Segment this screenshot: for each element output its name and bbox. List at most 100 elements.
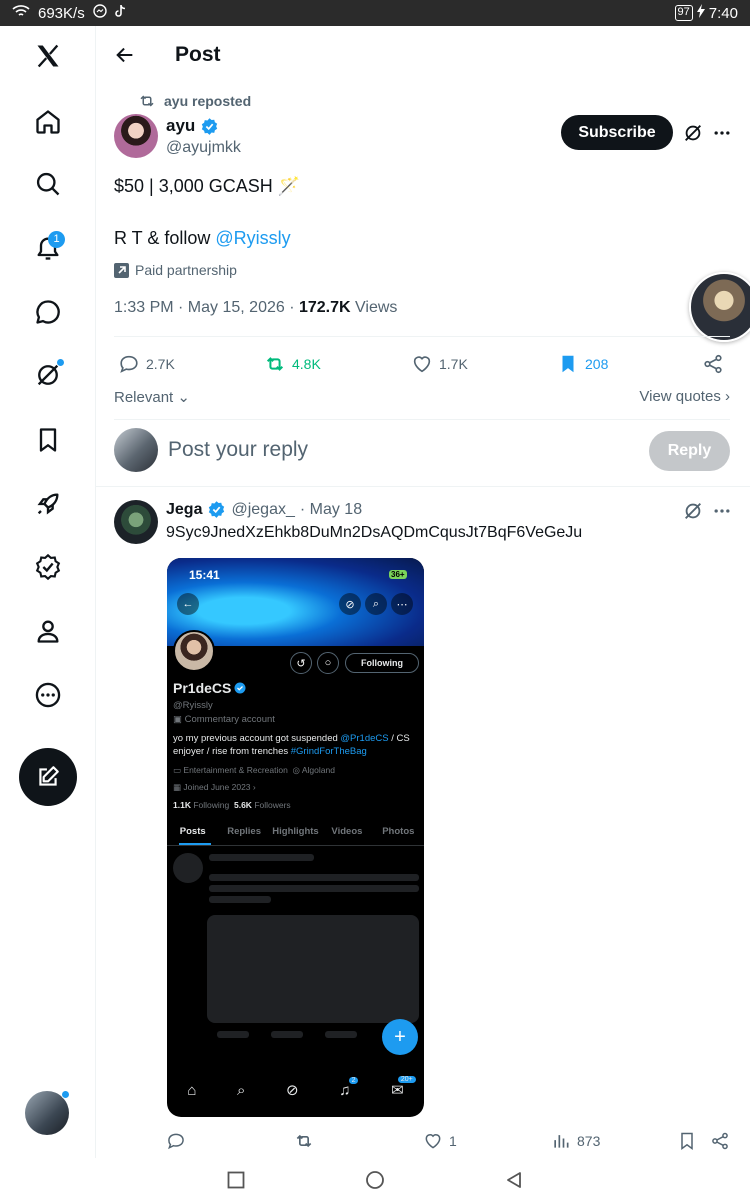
embed-tab-replies: Replies: [227, 826, 261, 837]
repost-count: 4.8K: [292, 356, 321, 372]
embed-joined: Joined June 2023: [183, 782, 251, 792]
embed-category: Entertainment & Recreation: [183, 765, 288, 775]
embed-bell-icon: ♫ 2: [339, 1076, 359, 1099]
reply-repost-action[interactable]: [294, 1128, 314, 1154]
more-horizontal-icon[interactable]: [712, 501, 732, 521]
account-dot: [61, 1090, 70, 1099]
embed-followers-count: 5.6K: [233, 800, 252, 810]
rocket-icon[interactable]: [27, 483, 69, 525]
notifications-icon[interactable]: 1: [27, 227, 69, 269]
verified-orgs-icon[interactable]: [27, 546, 69, 588]
back-button[interactable]: [96, 26, 154, 84]
page-title: Post: [175, 43, 221, 66]
reply-button[interactable]: Reply: [649, 431, 730, 471]
author-info[interactable]: ayu @ayujmkk: [166, 116, 241, 157]
reply-sort-row: Relevant ⌄ View quotes ›: [114, 388, 730, 406]
embed-msg-badge: 20+: [397, 1076, 416, 1083]
reply-views-count: 873: [577, 1133, 601, 1149]
bookmarks-icon[interactable]: [27, 419, 69, 461]
reply-views-action[interactable]: 873: [551, 1128, 600, 1154]
embed-commentary-text: Commentary account: [184, 714, 275, 725]
arrow-up-right-icon: [114, 262, 129, 278]
embed-back-icon: ←: [177, 593, 199, 615]
reply-share-action[interactable]: [710, 1128, 730, 1154]
grok-icon[interactable]: [27, 354, 69, 396]
battery-indicator: 97: [674, 5, 693, 21]
like-action[interactable]: 1.7K: [411, 347, 468, 381]
x-logo-icon[interactable]: [27, 35, 69, 77]
embed-category-row: ▭ Entertainment & Recreation ◎ Algoland: [173, 765, 335, 775]
profile-icon[interactable]: [27, 610, 69, 652]
skeleton-line: [217, 1031, 249, 1038]
sort-dropdown[interactable]: Relevant ⌄: [114, 388, 190, 406]
more-options-icon[interactable]: [27, 674, 69, 716]
post-header: Post: [96, 26, 750, 84]
repost-indicator[interactable]: ayu reposted: [138, 92, 251, 110]
mention-link[interactable]: @Ryissly: [215, 228, 290, 248]
author-avatar[interactable]: [114, 114, 158, 158]
back-triangle-icon[interactable]: [505, 1171, 523, 1189]
more-horizontal-icon[interactable]: [712, 123, 732, 143]
post-timestamp[interactable]: 1:33 PM · May 15, 2026 ·: [114, 299, 299, 316]
views-count: 172.7K: [298, 299, 351, 316]
paid-partnership-label[interactable]: Paid partnership: [114, 262, 237, 278]
embed-notify-icon: ↺: [290, 652, 312, 674]
recents-square-icon[interactable]: [227, 1171, 245, 1189]
reply-input[interactable]: Post your reply: [168, 438, 308, 462]
grok-explain-icon[interactable]: [682, 122, 704, 144]
reply-bookmark-action[interactable]: [677, 1128, 697, 1154]
floating-media-bubble[interactable]: [689, 272, 750, 342]
embed-bio2-tag: #GrindForTheBag: [290, 746, 367, 757]
verified-badge-icon: [234, 682, 246, 694]
embed-tab-photos: Photos: [382, 826, 415, 837]
post-text-line2: R T & follow @Ryissly: [114, 228, 291, 249]
reply-date: · May 18: [299, 500, 363, 518]
verified-badge-icon: [202, 117, 218, 135]
share-icon: [712, 1132, 728, 1150]
embed-following-button: Following: [345, 653, 419, 673]
embed-message-icon: ○: [317, 652, 339, 674]
embed-profile-avatar: [173, 630, 215, 672]
reply-action[interactable]: 2.7K: [118, 347, 175, 381]
embed-followers-label: Followers: [251, 800, 291, 810]
skeleton-avatar: [173, 853, 203, 883]
messages-icon[interactable]: [27, 291, 69, 333]
account-avatar[interactable]: [25, 1090, 70, 1135]
skeleton-media: [207, 915, 419, 1023]
embed-tab-indicator: [179, 843, 211, 845]
home-circle-icon[interactable]: [365, 1170, 385, 1190]
divider: [114, 419, 730, 420]
home-icon[interactable]: [27, 101, 69, 143]
my-avatar[interactable]: [114, 428, 158, 472]
embed-bio1-mention: @Pr1deCS: [340, 733, 389, 744]
embed-notif-badge: 2: [348, 1076, 359, 1084]
bookmark-action[interactable]: 208: [557, 347, 608, 381]
views-label: Views: [350, 299, 398, 316]
embed-more-icon: ⋯: [391, 593, 413, 615]
reply-image[interactable]: 15:41 36+ ← ⊘ ⌕ ⋯ ↺ ○ Following Pr1deCS …: [167, 558, 424, 1117]
author-handle: @ayujmkk: [166, 139, 241, 156]
share-action[interactable]: [702, 347, 724, 381]
search-icon[interactable]: [27, 163, 69, 205]
skeleton-line: [325, 1031, 357, 1038]
heart-icon: [425, 1134, 441, 1149]
back-arrow-icon: [116, 47, 133, 63]
bookmark-icon: [681, 1132, 693, 1150]
embed-bio2-prefix: enjoyer / rise from trenches: [173, 746, 291, 757]
reply-icon: [120, 355, 138, 373]
embed-grok-icon: ⊘: [339, 593, 361, 615]
reply-author-avatar[interactable]: [114, 500, 158, 544]
grok-explain-icon[interactable]: [682, 500, 704, 522]
compose-post-button[interactable]: [19, 748, 77, 806]
reply-count: 2.7K: [146, 356, 175, 372]
subscribe-button[interactable]: Subscribe: [561, 115, 673, 150]
reply-author-info[interactable]: Jega @jegax_ · May 18: [166, 500, 362, 519]
divider: [114, 336, 730, 337]
embed-battery: 36+: [389, 570, 407, 579]
view-quotes-link[interactable]: View quotes ›: [639, 388, 730, 406]
repost-action[interactable]: 4.8K: [264, 347, 321, 381]
repost-icon: [140, 95, 154, 107]
reply-like-action[interactable]: 1: [423, 1128, 457, 1154]
embed-profile-name: Pr1deCS: [173, 680, 246, 696]
reply-reply-action[interactable]: [166, 1128, 186, 1154]
